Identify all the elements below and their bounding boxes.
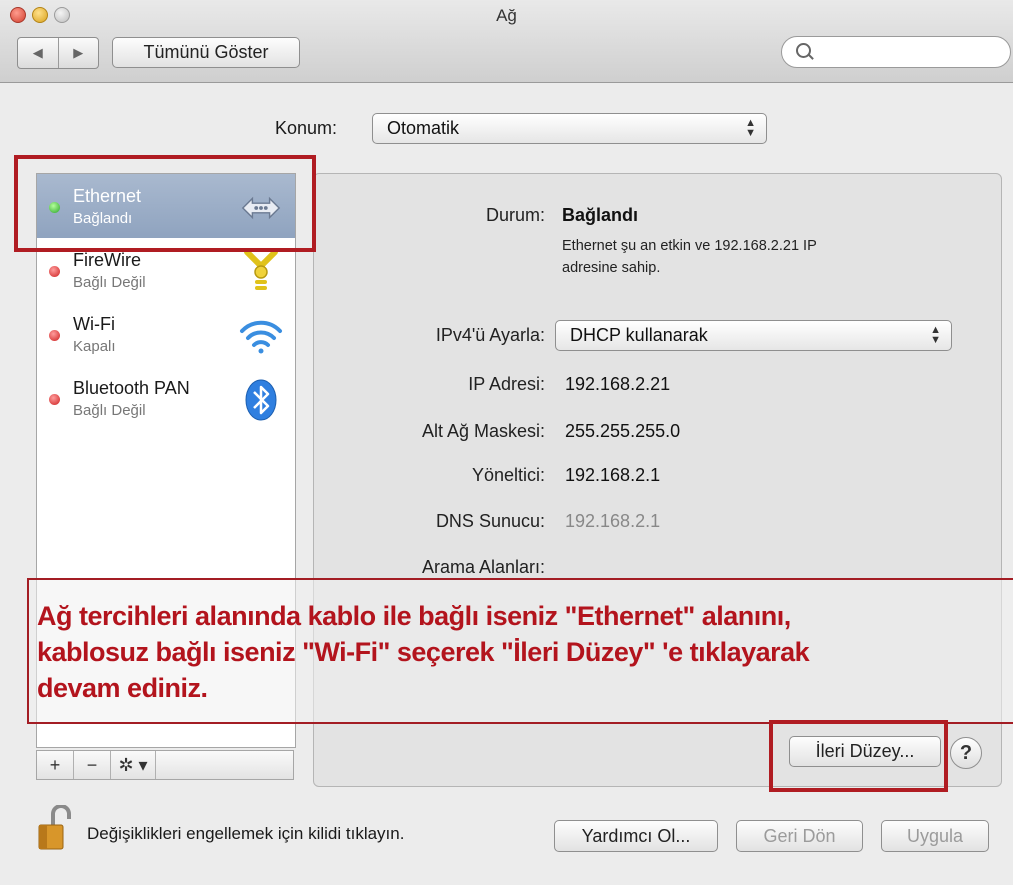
service-name: Bluetooth PAN — [73, 378, 190, 398]
lock-icon[interactable] — [37, 804, 73, 851]
apply-button[interactable]: Uygula — [881, 820, 989, 852]
subnet-mask-value: 255.255.255.0 — [565, 421, 681, 441]
instruction-line-3: devam ediniz. — [37, 673, 208, 703]
status-label: Durum: — [485, 205, 545, 225]
location-popup[interactable]: Otomatik ▲ ▼ — [372, 113, 767, 144]
router-value: 192.168.2.1 — [565, 465, 661, 485]
service-item-bluetooth-pan[interactable]: Bluetooth PAN Bağlı Değil — [37, 366, 295, 430]
service-item-wifi[interactable]: Wi-Fi Kapalı — [37, 302, 295, 366]
status-dot-red — [49, 330, 60, 341]
window-title: Ağ — [496, 6, 517, 25]
gear-menu-button[interactable]: ✲ ▾ — [111, 751, 156, 779]
service-status: Bağlı Değil — [73, 402, 146, 419]
service-name: Wi-Fi — [73, 314, 115, 334]
status-description-line2: adresine sahip. — [562, 260, 661, 276]
ip-address-value: 192.168.2.21 — [565, 374, 671, 394]
location-label: Konum: — [275, 118, 338, 138]
status-dot-red — [49, 266, 60, 277]
service-name: FireWire — [73, 250, 141, 270]
title-bar: Ağ ◀ ▶ Tümünü Göster — [0, 0, 1013, 83]
status-description-line1: Ethernet şu an etkin ve 192.168.2.21 IP — [562, 238, 817, 254]
search-icon — [796, 43, 811, 58]
location-value: Otomatik — [387, 118, 460, 138]
search-field[interactable] — [781, 36, 1011, 68]
remove-service-button[interactable]: − — [74, 751, 111, 779]
subnet-mask-label: Alt Ağ Maskesi: — [421, 421, 545, 441]
lock-instruction-text: Değişiklikleri engellemek için kilidi tı… — [87, 824, 405, 843]
dns-server-value: 192.168.2.1 — [565, 511, 661, 531]
instruction-line-1: Ağ tercihleri alanında kablo ile bağlı i… — [37, 601, 791, 631]
status-value: Bağlandı — [562, 205, 639, 225]
network-preferences-window: Ağ ◀ ▶ Tümünü Göster Konum: Otomatik ▲ ▼ … — [0, 0, 1013, 885]
add-service-button[interactable]: + — [37, 751, 74, 779]
instruction-annotation: Ağ tercihleri alanında kablo ile bağlı i… — [27, 578, 1013, 724]
search-domains-label: Arama Alanları: — [421, 557, 545, 577]
router-label: Yöneltici: — [471, 465, 545, 485]
forward-button[interactable]: ▶ — [59, 38, 99, 68]
status-dot-red — [49, 394, 60, 405]
dns-server-label: DNS Sunucu: — [435, 511, 545, 531]
instruction-text: Ağ tercihleri alanında kablo ile bağlı i… — [37, 598, 997, 706]
advanced-highlight-box — [769, 720, 948, 792]
popup-arrows-icon: ▲ ▼ — [745, 117, 756, 139]
ethernet-highlight-box — [14, 155, 316, 252]
service-status: Kapalı — [73, 338, 116, 355]
back-button[interactable]: ◀ — [18, 38, 59, 68]
assist-me-button[interactable]: Yardımcı Ol... — [554, 820, 718, 852]
ipv4-config-popup[interactable]: DHCP kullanarak ▲ ▼ — [555, 320, 952, 351]
help-button[interactable]: ? — [950, 737, 982, 769]
back-forward-control: ◀ ▶ — [17, 37, 99, 69]
ip-address-label: IP Adresi: — [468, 374, 545, 394]
service-status: Bağlı Değil — [73, 274, 146, 291]
revert-button[interactable]: Geri Dön — [736, 820, 863, 852]
ipv4-config-value: DHCP kullanarak — [570, 325, 708, 345]
popup-arrows-icon: ▲ ▼ — [930, 324, 941, 346]
service-list-controls: + − ✲ ▾ — [36, 750, 294, 780]
wifi-icon — [239, 316, 283, 356]
firewire-icon — [239, 250, 283, 292]
instruction-line-2: kablosuz bağlı iseniz "Wi-Fi" seçerek "İ… — [37, 637, 810, 667]
ipv4-config-label: IPv4'ü Ayarla: — [435, 325, 545, 345]
show-all-button[interactable]: Tümünü Göster — [112, 37, 300, 68]
bluetooth-icon — [239, 379, 283, 421]
